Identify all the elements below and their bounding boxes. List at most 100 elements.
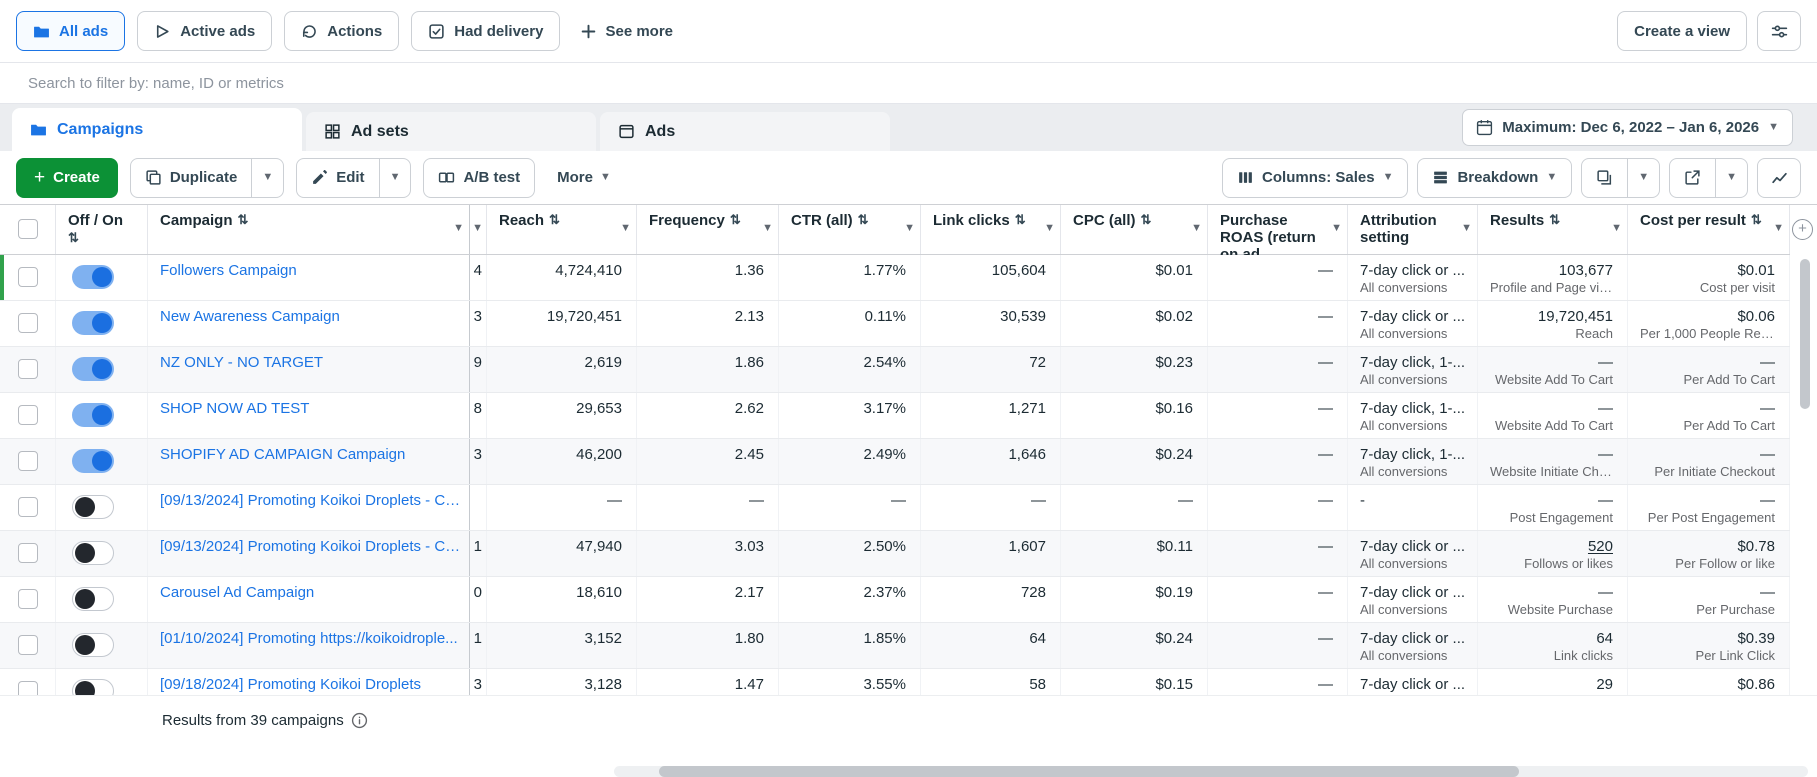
column-menu-caret[interactable]: ▼ — [472, 222, 483, 234]
campaign-toggle[interactable] — [72, 357, 114, 381]
row-checkbox[interactable] — [17, 267, 38, 287]
reports-menu-button[interactable]: ▼ — [1627, 158, 1659, 197]
row-checkbox[interactable] — [17, 497, 38, 517]
breakdown-button[interactable]: Breakdown ▼ — [1418, 159, 1571, 197]
column-menu-caret[interactable]: ▼ — [1461, 222, 1472, 234]
see-more-button[interactable]: See more — [572, 23, 681, 40]
cost-sub-label: Per 1,000 People Rea... — [1640, 326, 1775, 341]
tab-ad-sets[interactable]: Ad sets — [306, 112, 596, 151]
row-checkbox[interactable] — [17, 589, 38, 609]
row-checkbox[interactable] — [17, 543, 38, 563]
ctr-value: 1.85% — [863, 630, 906, 647]
view-settings-button[interactable] — [1757, 11, 1801, 51]
row-checkbox[interactable] — [17, 451, 38, 471]
hidden-column-cell: 3 — [470, 669, 487, 695]
campaign-toggle[interactable] — [72, 311, 114, 335]
create-a-view-button[interactable]: Create a view — [1617, 11, 1747, 51]
campaign-toggle[interactable] — [72, 633, 114, 657]
campaign-name-link[interactable]: NZ ONLY - NO TARGET — [160, 353, 461, 372]
column-menu-caret[interactable]: ▼ — [762, 222, 773, 234]
row-checkbox[interactable] — [17, 405, 38, 425]
campaign-name-link[interactable]: Followers Campaign — [160, 261, 461, 280]
column-menu-caret[interactable]: ▼ — [620, 222, 631, 234]
tab-campaigns[interactable]: Campaigns — [12, 108, 302, 151]
column-header-attribution-setting[interactable]: Attribution setting ▼ — [1348, 205, 1478, 254]
sort-icon[interactable]: ⇅ — [1549, 212, 1560, 229]
cpc-cell: $0.01 — [1061, 255, 1208, 300]
info-icon[interactable] — [351, 712, 368, 729]
filter-pill-actions[interactable]: Actions — [284, 11, 400, 51]
column-menu-caret[interactable]: ▼ — [1331, 222, 1342, 234]
row-checkbox[interactable] — [17, 681, 38, 695]
campaign-toggle[interactable] — [72, 679, 114, 695]
column-header-campaign[interactable]: Campaign ⇅ ▼ — [148, 205, 470, 254]
tab-ads[interactable]: Ads — [600, 112, 890, 151]
column-menu-caret[interactable]: ▼ — [904, 222, 915, 234]
campaign-toggle[interactable] — [72, 403, 114, 427]
campaign-toggle[interactable] — [72, 265, 114, 289]
charts-button[interactable] — [1757, 157, 1801, 198]
column-menu-caret[interactable]: ▼ — [453, 222, 464, 234]
ab-test-button[interactable]: A/B test — [424, 159, 534, 197]
reports-button[interactable] — [1582, 159, 1627, 197]
select-all-checkbox[interactable] — [17, 219, 38, 239]
duplicate-menu-button[interactable]: ▼ — [251, 158, 283, 197]
export-menu-button[interactable]: ▼ — [1715, 158, 1747, 197]
sort-icon[interactable]: ⇅ — [1141, 212, 1152, 229]
add-column-button[interactable]: + — [1792, 219, 1813, 240]
date-range-selector[interactable]: Maximum: Dec 6, 2022 – Jan 6, 2026 ▼ — [1462, 109, 1793, 146]
campaign-toggle[interactable] — [72, 495, 114, 519]
sort-icon[interactable]: ⇅ — [730, 212, 741, 229]
row-select-cell — [0, 301, 56, 346]
column-header-results[interactable]: Results ⇅ ▼ — [1478, 205, 1628, 254]
sort-icon[interactable]: ⇅ — [68, 230, 79, 246]
more-button[interactable]: More ▼ — [547, 169, 621, 186]
export-button[interactable] — [1670, 159, 1715, 197]
campaign-name-link[interactable]: [09/13/2024] Promoting Koikoi Droplets -… — [160, 537, 461, 556]
column-header-cpc[interactable]: CPC (all) ⇅ ▼ — [1061, 205, 1208, 254]
column-menu-caret[interactable]: ▼ — [1611, 222, 1622, 234]
campaign-toggle[interactable] — [72, 587, 114, 611]
vertical-scrollbar-thumb[interactable] — [1800, 259, 1810, 409]
create-button[interactable]: + Create — [16, 157, 118, 198]
row-checkbox[interactable] — [17, 635, 38, 655]
row-checkbox[interactable] — [17, 359, 38, 379]
row-checkbox[interactable] — [17, 313, 38, 333]
edit-menu-button[interactable]: ▼ — [378, 158, 411, 197]
campaign-name-link[interactable]: SHOP NOW AD TEST — [160, 399, 461, 418]
campaign-name-link[interactable]: [01/10/2024] Promoting https://koikoidro… — [160, 629, 461, 648]
column-header-purchase-roas[interactable]: Purchase ROAS (return on ad... ▼ — [1208, 205, 1348, 263]
column-header-link-clicks[interactable]: Link clicks ⇅ ▼ — [921, 205, 1061, 254]
column-header-cost-per-result[interactable]: Cost per result ⇅ ▼ — [1628, 205, 1790, 254]
sort-icon[interactable]: ⇅ — [549, 212, 560, 229]
edit-button[interactable]: Edit — [297, 159, 378, 197]
campaign-name-link[interactable]: Carousel Ad Campaign — [160, 583, 461, 602]
campaign-toggle[interactable] — [72, 449, 114, 473]
column-menu-caret[interactable]: ▼ — [1044, 222, 1055, 234]
column-menu-caret[interactable]: ▼ — [1773, 222, 1784, 234]
search-input[interactable] — [26, 73, 1791, 93]
campaign-toggle[interactable] — [72, 541, 114, 565]
horizontal-scrollbar-thumb[interactable] — [659, 766, 1519, 777]
campaign-name-link[interactable]: New Awareness Campaign — [160, 307, 461, 326]
column-menu-caret[interactable]: ▼ — [1191, 222, 1202, 234]
sort-icon[interactable]: ⇅ — [1751, 212, 1762, 229]
campaign-name-link[interactable]: SHOPIFY AD CAMPAIGN Campaign — [160, 445, 461, 464]
column-header-frequency[interactable]: Frequency ⇅ ▼ — [637, 205, 779, 254]
column-header-reach[interactable]: Reach ⇅ ▼ — [487, 205, 637, 254]
columns-button[interactable]: Columns: Sales ▼ — [1223, 159, 1407, 197]
column-header-hidden[interactable]: ▼ — [470, 205, 487, 254]
sort-icon[interactable]: ⇅ — [858, 212, 869, 229]
reach-value: 18,610 — [576, 584, 622, 601]
filter-pill-all-ads[interactable]: All ads — [16, 11, 126, 51]
campaign-name-link[interactable]: [09/13/2024] Promoting Koikoi Droplets -… — [160, 491, 461, 510]
column-header-off-on[interactable]: Off / On ⇅ — [56, 205, 148, 254]
campaign-name-link[interactable]: [09/18/2024] Promoting Koikoi Droplets — [160, 675, 461, 694]
filter-pill-active-ads[interactable]: Active ads — [137, 11, 273, 51]
column-header-ctr[interactable]: CTR (all) ⇅ ▼ — [779, 205, 921, 254]
cpc-value: $0.01 — [1155, 262, 1193, 279]
sort-icon[interactable]: ⇅ — [238, 212, 249, 229]
duplicate-button[interactable]: Duplicate — [131, 159, 252, 197]
filter-pill-had-delivery[interactable]: Had delivery — [411, 11, 561, 51]
sort-icon[interactable]: ⇅ — [1015, 212, 1026, 229]
